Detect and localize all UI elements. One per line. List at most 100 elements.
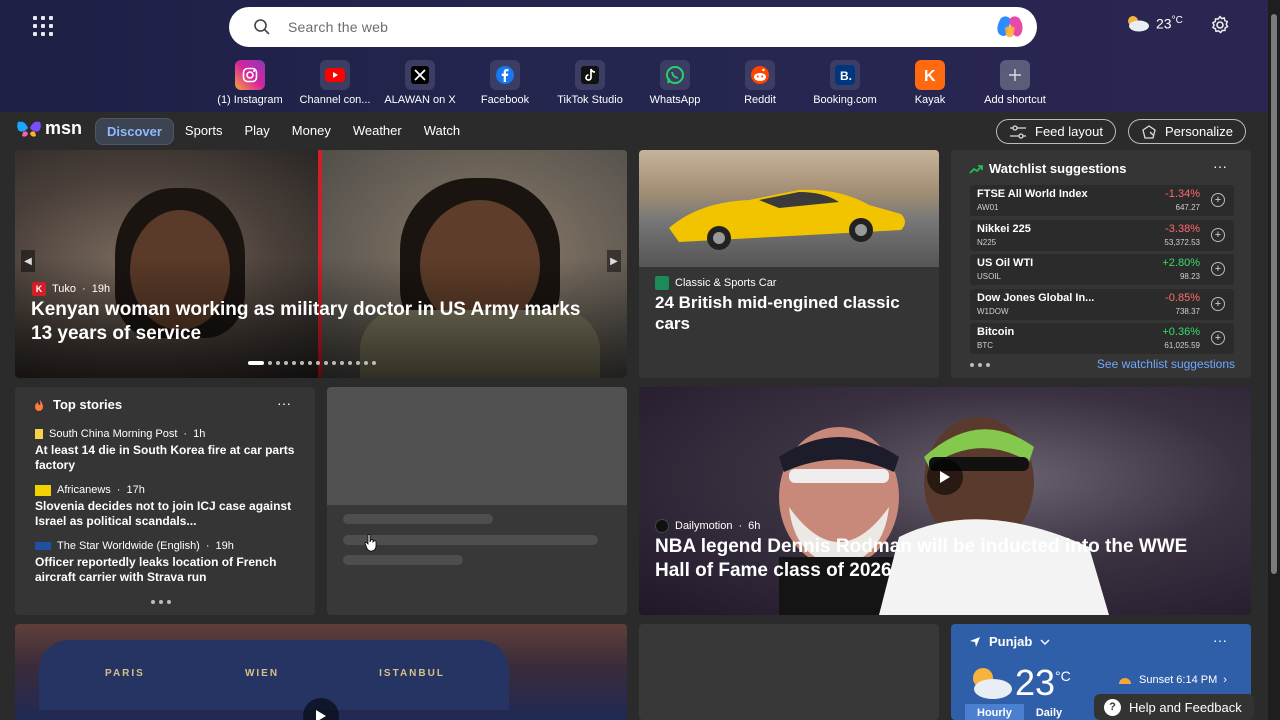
- top-stories-title: Top stories: [53, 397, 123, 412]
- stock-price: 61,025.59: [1164, 341, 1200, 350]
- story-source-name: Africanews: [57, 484, 111, 496]
- video-source: Dailymotion · 6h: [655, 519, 760, 533]
- help-feedback-button[interactable]: ? Help and Feedback: [1094, 694, 1254, 720]
- story-item[interactable]: Africanews · 17h Slovenia decides not to j…: [35, 484, 297, 529]
- stock-trend-icon: [969, 164, 983, 174]
- story-source: The Star Worldwide (English) · 19h: [35, 540, 297, 552]
- shortcut-label: WhatsApp: [649, 94, 701, 106]
- add-shortcut-button[interactable]: Add shortcut: [975, 60, 1055, 106]
- add-to-watchlist-icon[interactable]: +: [1211, 193, 1225, 207]
- stock-symbol: N225: [977, 238, 997, 247]
- top-stories-header: Top stories: [32, 397, 122, 412]
- story-title[interactable]: At least 14 die in South Korea fire at c…: [35, 443, 297, 473]
- video-news-card[interactable]: Dailymotion · 6h NBA legend Dennis Rodman …: [639, 387, 1251, 615]
- placeholder-image: [327, 387, 627, 505]
- instagram-icon: [235, 60, 265, 90]
- shortcut-reddit[interactable]: Reddit: [720, 60, 800, 106]
- top-stories-more-icon[interactable]: ···: [277, 395, 291, 411]
- personalize-button[interactable]: Personalize: [1128, 119, 1246, 144]
- play-icon: [940, 471, 950, 483]
- story-item[interactable]: South China Morning Post · 1h At least 14 …: [35, 428, 297, 473]
- booking-icon: B.: [830, 60, 860, 90]
- stock-change: -1.34%: [1165, 188, 1200, 200]
- settings-gear-icon[interactable]: [1210, 15, 1230, 35]
- hero-next-arrow[interactable]: ▶: [607, 250, 621, 272]
- stock-change: -0.85%: [1165, 292, 1200, 304]
- add-to-watchlist-icon[interactable]: +: [1211, 262, 1225, 276]
- stock-symbol: AW01: [977, 203, 999, 212]
- shortcut-booking[interactable]: B. Booking.com: [805, 60, 885, 106]
- weather-location[interactable]: Punjab: [969, 634, 1050, 649]
- hero-headline[interactable]: Kenyan woman working as military doctor …: [31, 298, 591, 346]
- shortcut-x[interactable]: ALAWAN on X: [380, 60, 460, 106]
- watchlist-row[interactable]: Nikkei 225 N225 -3.38% 53,372.53 +: [970, 220, 1234, 251]
- header-weather[interactable]: 23°C: [1124, 14, 1183, 32]
- shortcut-youtube[interactable]: Channel con...: [295, 60, 375, 106]
- story-time: 19h: [215, 540, 234, 552]
- shortcut-whatsapp[interactable]: WhatsApp: [635, 60, 715, 106]
- train-video-card[interactable]: PARIS WIEN ISTANBUL: [15, 624, 627, 720]
- watchlist-row[interactable]: FTSE All World Index AW01 -1.34% 647.27 …: [970, 185, 1234, 216]
- watchlist-header: Watchlist suggestions: [969, 161, 1126, 176]
- watchlist-row[interactable]: Dow Jones Global In... W1DOW -0.85% 738.…: [970, 289, 1234, 320]
- add-to-watchlist-icon[interactable]: +: [1211, 228, 1225, 242]
- train-signs: PARIS WIEN ISTANBUL: [55, 668, 495, 680]
- story-title[interactable]: Slovenia decides not to join ICJ case ag…: [35, 499, 297, 529]
- hero-source-name: Tuko: [52, 283, 77, 295]
- hero-news-card[interactable]: ◀ ▶ K Tuko · 19h Kenyan woman working as m…: [15, 150, 627, 378]
- copilot-icon[interactable]: [995, 14, 1025, 40]
- tab-daily[interactable]: Daily: [1024, 704, 1074, 720]
- hero-prev-arrow[interactable]: ◀: [21, 250, 35, 272]
- add-to-watchlist-icon[interactable]: +: [1211, 297, 1225, 311]
- header-temp: 23: [1156, 15, 1172, 32]
- scrollbar-thumb[interactable]: [1271, 14, 1277, 574]
- nav-sports[interactable]: Sports: [174, 118, 234, 145]
- feed-layout-button[interactable]: Feed layout: [996, 119, 1116, 144]
- video-headline[interactable]: NBA legend Dennis Rodman will be inducte…: [655, 535, 1215, 583]
- shortcut-tiktok[interactable]: TikTok Studio: [550, 60, 630, 106]
- stock-symbol: USOIL: [977, 272, 1002, 281]
- app-launcher-icon[interactable]: [33, 16, 53, 36]
- search-box[interactable]: Search the web: [229, 7, 1037, 47]
- video-time: 6h: [748, 520, 761, 532]
- help-feedback-label: Help and Feedback: [1129, 699, 1242, 715]
- nav-play[interactable]: Play: [234, 118, 281, 145]
- car-headline[interactable]: 24 British mid-engined classic cars: [655, 292, 905, 334]
- watchlist-row[interactable]: Bitcoin BTC +0.36% 61,025.59 +: [970, 323, 1234, 354]
- watchlist-card: Watchlist suggestions ··· FTSE All World…: [951, 150, 1251, 378]
- nav-money[interactable]: Money: [281, 118, 342, 145]
- search-input[interactable]: Search the web: [288, 19, 388, 35]
- msn-logo[interactable]: msn: [16, 118, 82, 139]
- tab-hourly[interactable]: Hourly: [965, 704, 1024, 720]
- nav-weather[interactable]: Weather: [342, 118, 413, 145]
- separator-dot: ·: [82, 283, 86, 295]
- add-to-watchlist-icon[interactable]: +: [1211, 331, 1225, 345]
- stock-symbol: W1DOW: [977, 307, 1009, 316]
- watchlist-more-icon[interactable]: ···: [1213, 158, 1227, 174]
- sunset-info[interactable]: Sunset 6:14 PM ›: [1117, 674, 1227, 686]
- nav-discover[interactable]: Discover: [95, 118, 174, 145]
- see-watchlist-link[interactable]: See watchlist suggestions: [1097, 357, 1235, 371]
- stock-name: Dow Jones Global In...: [977, 292, 1095, 304]
- feed-layout-label: Feed layout: [1035, 124, 1103, 139]
- watchlist-pager-dots[interactable]: [970, 363, 990, 367]
- page-scrollbar[interactable]: [1268, 0, 1280, 720]
- car-news-card[interactable]: Classic & Sports Car 24 British mid-engi…: [639, 150, 939, 378]
- shortcut-facebook[interactable]: Facebook: [465, 60, 545, 106]
- story-title[interactable]: Officer reportedly leaks location of Fre…: [35, 555, 297, 585]
- top-stories-pager-dots[interactable]: [151, 600, 171, 604]
- svg-text:B.: B.: [840, 69, 852, 83]
- weather-more-icon[interactable]: ···: [1213, 632, 1227, 648]
- shortcut-kayak[interactable]: K Kayak: [890, 60, 970, 106]
- play-video-button[interactable]: [927, 459, 963, 495]
- nav-watch[interactable]: Watch: [413, 118, 471, 145]
- sunset-icon: [1119, 678, 1131, 684]
- watchlist-row[interactable]: US Oil WTI USOIL +2.80% 98.23 +: [970, 254, 1234, 285]
- weather-tabs: Hourly Daily: [965, 704, 1074, 720]
- placeholder-line: [343, 535, 598, 545]
- hero-carousel-dots[interactable]: [248, 361, 376, 365]
- shortcut-instagram[interactable]: (1) Instagram: [210, 60, 290, 106]
- feed-nav: Discover Sports Play Money Weather Watch: [95, 118, 471, 145]
- play-icon: [316, 710, 326, 720]
- story-item[interactable]: The Star Worldwide (English) · 19h Officer…: [35, 540, 297, 585]
